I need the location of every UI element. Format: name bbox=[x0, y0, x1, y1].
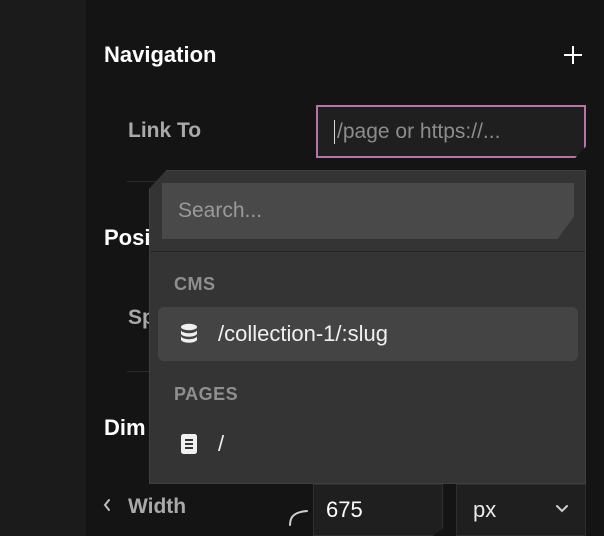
width-value-input[interactable]: 675 bbox=[313, 484, 443, 536]
scrub-handle-icon[interactable] bbox=[287, 508, 311, 526]
dropdown-item-text: / bbox=[218, 431, 225, 456]
add-navigation-button[interactable] bbox=[560, 40, 586, 70]
dropdown-separator bbox=[150, 251, 585, 252]
text-caret bbox=[334, 119, 335, 144]
link-to-label: Link To bbox=[128, 119, 202, 142]
dropdown-item-text: /collection-1/:slug bbox=[218, 321, 388, 346]
dimensions-section-title: Dim bbox=[104, 415, 146, 440]
page-icon bbox=[181, 434, 197, 454]
width-label: Width bbox=[128, 495, 187, 518]
chevron-down-icon bbox=[556, 505, 568, 513]
link-suggestions-dropdown: Search... CMS /collection-1/:slug PAGES … bbox=[149, 170, 586, 484]
width-value: 675 bbox=[326, 497, 363, 522]
database-icon bbox=[181, 323, 197, 343]
group-label-cms: CMS bbox=[174, 274, 216, 294]
position-section-title: Posi bbox=[104, 225, 151, 250]
dropdown-item-collection-slug[interactable]: /collection-1/:slug bbox=[158, 307, 578, 361]
width-unit-select[interactable]: px bbox=[456, 484, 586, 536]
group-label-pages: PAGES bbox=[174, 384, 239, 404]
chevron-left-icon[interactable] bbox=[103, 498, 111, 512]
dropdown-search-placeholder: Search... bbox=[178, 199, 263, 222]
dropdown-search-input[interactable]: Search... bbox=[162, 183, 574, 239]
dropdown-item-root-page[interactable]: / bbox=[158, 417, 578, 471]
link-to-input[interactable]: /page or https://... bbox=[316, 105, 586, 158]
link-to-placeholder: /page or https://... bbox=[337, 119, 501, 143]
navigation-section-title: Navigation bbox=[104, 42, 217, 67]
width-unit-value: px bbox=[473, 497, 497, 522]
divider bbox=[127, 181, 157, 182]
left-gutter bbox=[0, 0, 86, 536]
